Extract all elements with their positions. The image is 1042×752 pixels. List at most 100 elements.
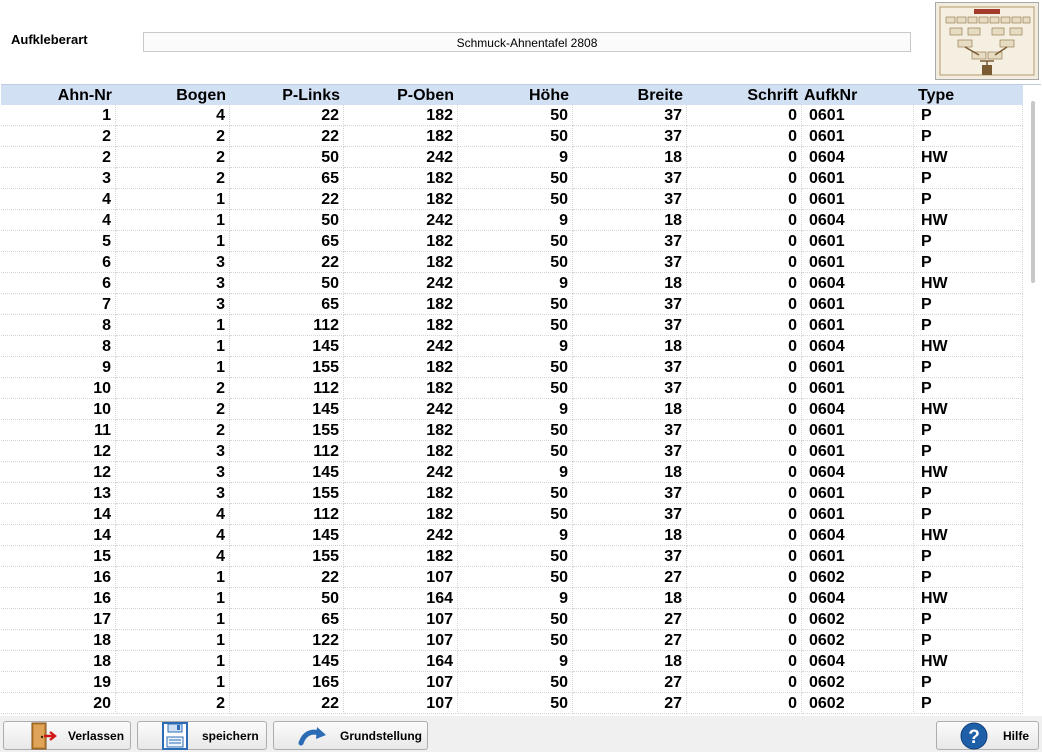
cell-aufknr[interactable]: 0601 bbox=[802, 504, 914, 525]
cell-hoehe[interactable]: 50 bbox=[458, 126, 573, 147]
cell-ahn-nr[interactable]: 6 bbox=[1, 252, 116, 273]
cell-p-links[interactable]: 50 bbox=[230, 210, 344, 231]
cell-type[interactable]: P bbox=[914, 693, 1023, 714]
cell-schrift[interactable]: 0 bbox=[687, 420, 802, 441]
cell-p-oben[interactable]: 182 bbox=[344, 126, 458, 147]
cell-schrift[interactable]: 0 bbox=[687, 231, 802, 252]
cell-schrift[interactable]: 0 bbox=[687, 588, 802, 609]
cell-breite[interactable]: 37 bbox=[573, 483, 687, 504]
cell-hoehe[interactable]: 9 bbox=[458, 525, 573, 546]
cell-ahn-nr[interactable]: 9 bbox=[1, 357, 116, 378]
cell-ahn-nr[interactable]: 20 bbox=[1, 693, 116, 714]
cell-schrift[interactable]: 0 bbox=[687, 210, 802, 231]
cell-ahn-nr[interactable]: 1 bbox=[1, 105, 116, 126]
table-row[interactable]: 6 3 50 242 9 18 0 0604 HW bbox=[1, 273, 1023, 294]
cell-p-links[interactable]: 145 bbox=[230, 336, 344, 357]
help-button[interactable]: ? Hilfe bbox=[936, 721, 1039, 750]
cell-aufknr[interactable]: 0601 bbox=[802, 105, 914, 126]
cell-bogen[interactable]: 3 bbox=[116, 441, 230, 462]
cell-hoehe[interactable]: 9 bbox=[458, 273, 573, 294]
cell-ahn-nr[interactable]: 10 bbox=[1, 399, 116, 420]
cell-aufknr[interactable]: 0601 bbox=[802, 252, 914, 273]
cell-p-links[interactable]: 50 bbox=[230, 147, 344, 168]
table-row[interactable]: 18 1 122 107 50 27 0 0602 P bbox=[1, 630, 1023, 651]
cell-ahn-nr[interactable]: 16 bbox=[1, 588, 116, 609]
cell-p-oben[interactable]: 107 bbox=[344, 567, 458, 588]
table-row[interactable]: 20 2 22 107 50 27 0 0602 P bbox=[1, 693, 1023, 714]
cell-type[interactable]: HW bbox=[914, 210, 1023, 231]
table-row[interactable]: 12 3 112 182 50 37 0 0601 P bbox=[1, 441, 1023, 462]
cell-p-oben[interactable]: 182 bbox=[344, 168, 458, 189]
cell-type[interactable]: P bbox=[914, 546, 1023, 567]
cell-p-links[interactable]: 65 bbox=[230, 294, 344, 315]
cell-hoehe[interactable]: 50 bbox=[458, 609, 573, 630]
cell-p-oben[interactable]: 242 bbox=[344, 147, 458, 168]
cell-schrift[interactable]: 0 bbox=[687, 693, 802, 714]
cell-aufknr[interactable]: 0601 bbox=[802, 483, 914, 504]
table-row[interactable]: 19 1 165 107 50 27 0 0602 P bbox=[1, 672, 1023, 693]
cell-type[interactable]: HW bbox=[914, 273, 1023, 294]
table-row[interactable]: 2 2 50 242 9 18 0 0604 HW bbox=[1, 147, 1023, 168]
cell-p-links[interactable]: 65 bbox=[230, 231, 344, 252]
cell-schrift[interactable]: 0 bbox=[687, 651, 802, 672]
cell-breite[interactable]: 37 bbox=[573, 420, 687, 441]
cell-bogen[interactable]: 2 bbox=[116, 168, 230, 189]
cell-p-oben[interactable]: 107 bbox=[344, 609, 458, 630]
cell-bogen[interactable]: 2 bbox=[116, 147, 230, 168]
cell-bogen[interactable]: 4 bbox=[116, 504, 230, 525]
cell-hoehe[interactable]: 9 bbox=[458, 210, 573, 231]
cell-breite[interactable]: 27 bbox=[573, 567, 687, 588]
cell-type[interactable]: P bbox=[914, 630, 1023, 651]
cell-type[interactable]: P bbox=[914, 105, 1023, 126]
table-row[interactable]: 1 4 22 182 50 37 0 0601 P bbox=[1, 105, 1023, 126]
scrollbar-thumb[interactable] bbox=[1031, 101, 1035, 283]
cell-hoehe[interactable]: 9 bbox=[458, 336, 573, 357]
cell-bogen[interactable]: 2 bbox=[116, 420, 230, 441]
cell-schrift[interactable]: 0 bbox=[687, 273, 802, 294]
cell-p-oben[interactable]: 242 bbox=[344, 336, 458, 357]
cell-breite[interactable]: 18 bbox=[573, 399, 687, 420]
table-row[interactable]: 10 2 145 242 9 18 0 0604 HW bbox=[1, 399, 1023, 420]
table-row[interactable]: 6 3 22 182 50 37 0 0601 P bbox=[1, 252, 1023, 273]
cell-hoehe[interactable]: 50 bbox=[458, 567, 573, 588]
cell-bogen[interactable]: 1 bbox=[116, 336, 230, 357]
cell-p-links[interactable]: 155 bbox=[230, 546, 344, 567]
cell-ahn-nr[interactable]: 14 bbox=[1, 504, 116, 525]
column-header-ahn-nr[interactable]: Ahn-Nr bbox=[1, 85, 116, 105]
cell-hoehe[interactable]: 50 bbox=[458, 231, 573, 252]
cell-ahn-nr[interactable]: 17 bbox=[1, 609, 116, 630]
cell-p-oben[interactable]: 164 bbox=[344, 651, 458, 672]
cell-p-links[interactable]: 122 bbox=[230, 630, 344, 651]
cell-aufknr[interactable]: 0601 bbox=[802, 168, 914, 189]
cell-hoehe[interactable]: 9 bbox=[458, 588, 573, 609]
cell-ahn-nr[interactable]: 3 bbox=[1, 168, 116, 189]
table-row[interactable]: 18 1 145 164 9 18 0 0604 HW bbox=[1, 651, 1023, 672]
cell-type[interactable]: P bbox=[914, 357, 1023, 378]
cell-aufknr[interactable]: 0601 bbox=[802, 189, 914, 210]
cell-ahn-nr[interactable]: 2 bbox=[1, 147, 116, 168]
cell-p-links[interactable]: 145 bbox=[230, 651, 344, 672]
cell-bogen[interactable]: 1 bbox=[116, 609, 230, 630]
table-row[interactable]: 14 4 112 182 50 37 0 0601 P bbox=[1, 504, 1023, 525]
cell-ahn-nr[interactable]: 8 bbox=[1, 315, 116, 336]
cell-type[interactable]: P bbox=[914, 315, 1023, 336]
cell-breite[interactable]: 18 bbox=[573, 525, 687, 546]
cell-bogen[interactable]: 3 bbox=[116, 273, 230, 294]
cell-p-oben[interactable]: 182 bbox=[344, 483, 458, 504]
cell-breite[interactable]: 37 bbox=[573, 168, 687, 189]
cell-aufknr[interactable]: 0604 bbox=[802, 336, 914, 357]
cell-hoehe[interactable]: 50 bbox=[458, 357, 573, 378]
cell-hoehe[interactable]: 50 bbox=[458, 630, 573, 651]
cell-breite[interactable]: 27 bbox=[573, 630, 687, 651]
cell-breite[interactable]: 37 bbox=[573, 252, 687, 273]
cell-aufknr[interactable]: 0601 bbox=[802, 357, 914, 378]
cell-ahn-nr[interactable]: 14 bbox=[1, 525, 116, 546]
cell-bogen[interactable]: 3 bbox=[116, 483, 230, 504]
cell-p-oben[interactable]: 182 bbox=[344, 504, 458, 525]
cell-schrift[interactable]: 0 bbox=[687, 378, 802, 399]
table-row[interactable]: 5 1 65 182 50 37 0 0601 P bbox=[1, 231, 1023, 252]
cell-schrift[interactable]: 0 bbox=[687, 630, 802, 651]
cell-aufknr[interactable]: 0601 bbox=[802, 231, 914, 252]
cell-p-oben[interactable]: 107 bbox=[344, 630, 458, 651]
cell-hoehe[interactable]: 50 bbox=[458, 168, 573, 189]
